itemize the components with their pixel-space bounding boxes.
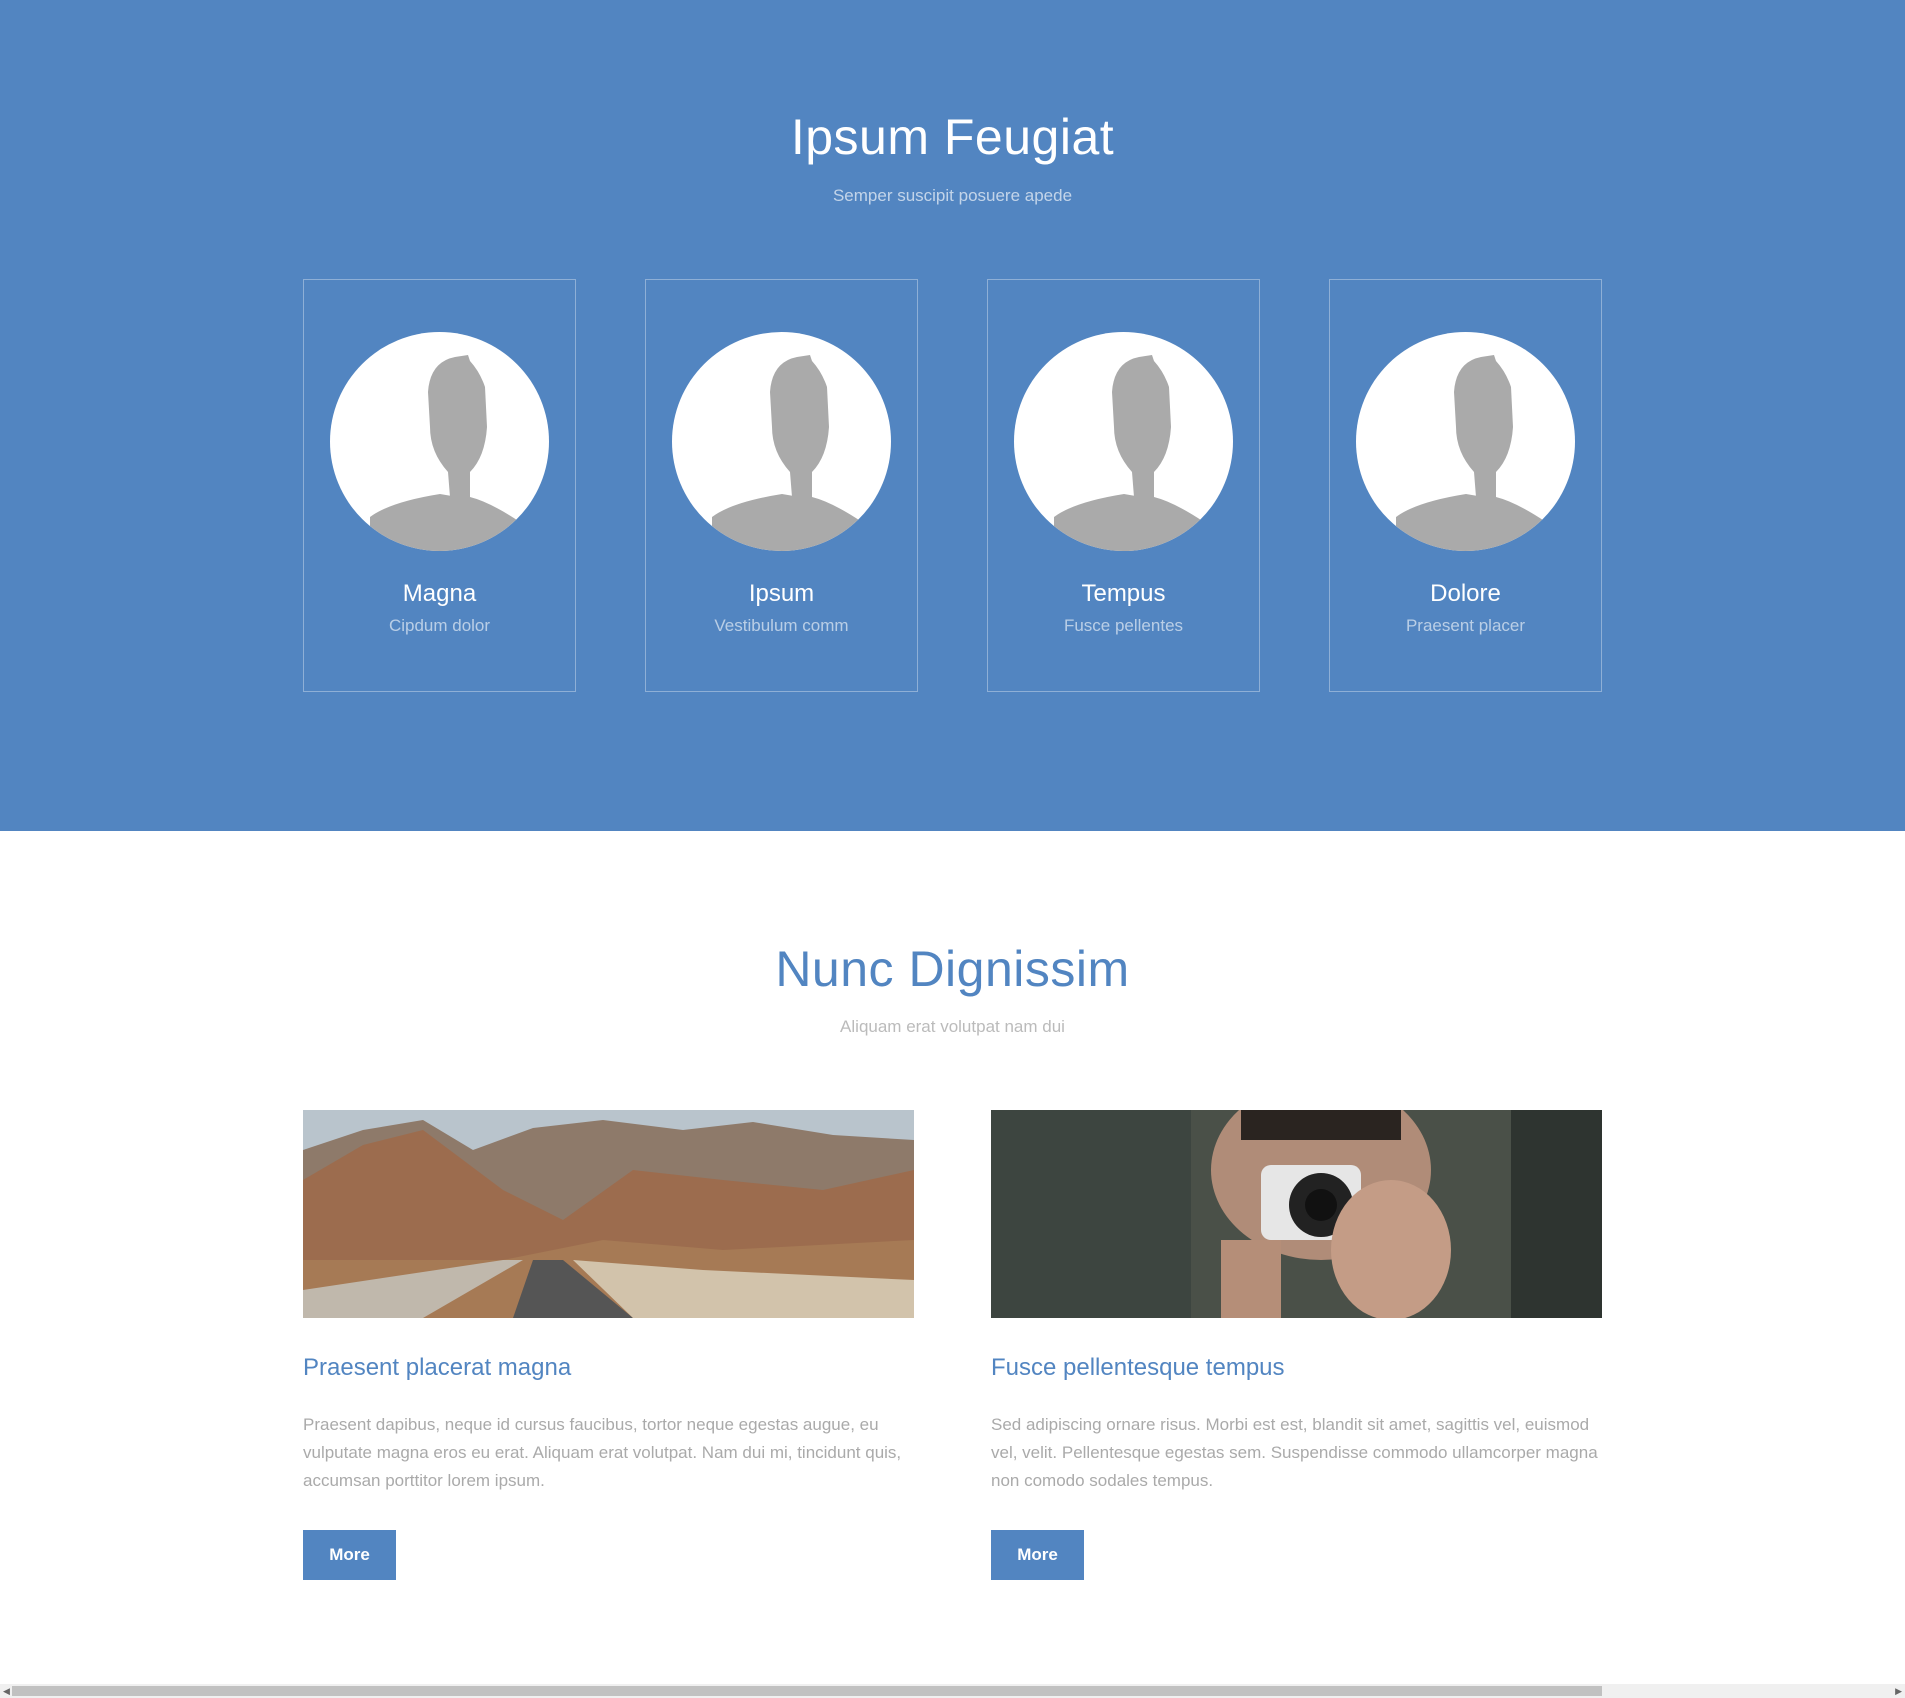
team-member-card: Dolore Praesent placer xyxy=(1329,279,1602,692)
avatar-placeholder-icon xyxy=(1014,332,1233,551)
member-role: Vestibulum comm xyxy=(714,616,849,635)
more-button[interactable]: More xyxy=(991,1530,1084,1580)
news-title: Nunc Dignissim xyxy=(775,941,1130,997)
team-subtitle: Semper suscipit posuere apede xyxy=(832,186,1073,205)
member-role: Praesent placer xyxy=(1405,616,1526,635)
news-subtitle: Aliquam erat volutpat nam dui xyxy=(840,1017,1065,1036)
team-title: Ipsum Feugiat xyxy=(790,109,1115,165)
horizontal-scrollbar[interactable]: ◀ ▶ xyxy=(0,1684,1905,1698)
member-name: Tempus xyxy=(1081,580,1166,607)
scroll-left-icon[interactable]: ◀ xyxy=(3,1684,10,1698)
post-body: Sed adipiscing ornare risus. Morbi est e… xyxy=(991,1415,1598,1490)
team-section: Ipsum Feugiat Semper suscipit posuere ap… xyxy=(0,0,1905,831)
scrollbar-thumb[interactable] xyxy=(12,1686,1602,1696)
member-name: Dolore xyxy=(1430,580,1501,607)
post-heading[interactable]: Praesent placerat magna xyxy=(303,1354,571,1382)
team-member-card: Tempus Fusce pellentes xyxy=(987,279,1260,692)
avatar-placeholder-icon xyxy=(330,332,549,551)
member-role: Cipdum dolor xyxy=(388,616,491,635)
avatar-placeholder-icon xyxy=(1356,332,1575,551)
team-member-card: Magna Cipdum dolor xyxy=(303,279,576,692)
photographer-image xyxy=(991,1110,1602,1318)
post-body: Praesent dapibus, neque id cursus faucib… xyxy=(303,1415,902,1490)
member-name: Ipsum xyxy=(748,580,815,607)
scroll-right-icon[interactable]: ▶ xyxy=(1895,1684,1902,1698)
more-button[interactable]: More xyxy=(303,1530,396,1580)
team-member-card: Ipsum Vestibulum comm xyxy=(645,279,918,692)
member-role: Fusce pellentes xyxy=(1063,616,1184,635)
post-heading[interactable]: Fusce pellentesque tempus xyxy=(991,1354,1285,1382)
avatar-placeholder-icon xyxy=(672,332,891,551)
mountain-road-image xyxy=(303,1110,914,1318)
member-name: Magna xyxy=(402,580,477,607)
